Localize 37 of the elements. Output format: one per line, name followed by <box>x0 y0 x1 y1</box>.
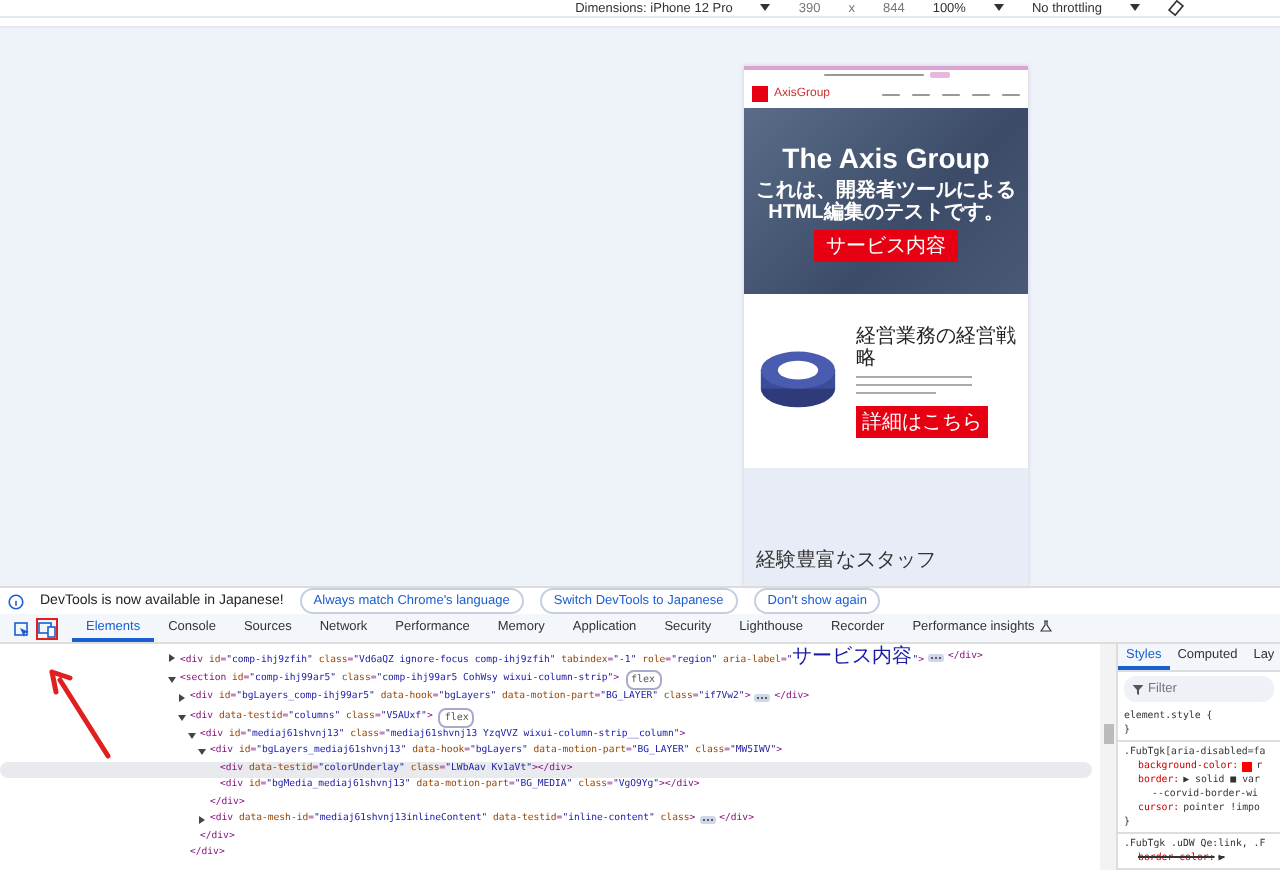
collapsed-content-icon[interactable] <box>699 816 716 825</box>
toolbar-button[interactable] <box>10 618 32 640</box>
staff-title: 経験豊富なスタッフ <box>756 547 936 574</box>
flask-icon <box>1040 620 1053 632</box>
feature-title: 経営業務の経営戦略 <box>856 325 1018 369</box>
collapsed-triangle-icon[interactable] <box>168 654 176 662</box>
color-swatch[interactable] <box>1242 761 1253 771</box>
expanded-triangle-icon[interactable] <box>188 731 196 740</box>
rotate-icon[interactable] <box>1168 0 1184 16</box>
dropdown-caret-icon <box>1130 4 1140 12</box>
dropdown-caret-icon <box>760 4 771 12</box>
nav-link-line <box>1002 93 1020 95</box>
expanded-triangle-icon[interactable] <box>178 713 186 721</box>
nav-link-line <box>882 93 900 95</box>
service-button[interactable]: サービス内容 <box>814 229 958 261</box>
dropdown-caret-icon <box>993 4 1004 12</box>
scrollbar-thumb[interactable] <box>1103 724 1113 744</box>
inspect-icon <box>13 621 29 637</box>
nav-link-line <box>912 93 930 95</box>
details-button[interactable]: 詳細はこちら <box>856 405 988 437</box>
collapsed-triangle-icon[interactable] <box>178 694 186 703</box>
hero-subtitle: これは、開発者ツールによるHTML編集のテストです。 <box>756 179 1016 223</box>
filter-icon <box>1132 683 1144 695</box>
nav-link-line <box>972 93 990 95</box>
collapsed-triangle-icon[interactable] <box>198 816 206 825</box>
expanded-triangle-icon[interactable] <box>168 676 176 684</box>
device-toolbar-icon <box>38 621 56 637</box>
expanded-triangle-icon[interactable] <box>198 748 206 757</box>
collapsed-content-icon[interactable] <box>928 654 945 662</box>
nav-link-line <box>942 93 960 95</box>
paragraph-lines-drawing <box>856 375 972 399</box>
collapsed-content-icon[interactable] <box>754 694 771 703</box>
logo-icon <box>752 86 768 102</box>
hero-title: The Axis Group <box>782 141 990 173</box>
annotation-arrow <box>48 668 116 760</box>
info-icon <box>8 593 24 609</box>
toolbar-button[interactable] <box>36 618 58 640</box>
